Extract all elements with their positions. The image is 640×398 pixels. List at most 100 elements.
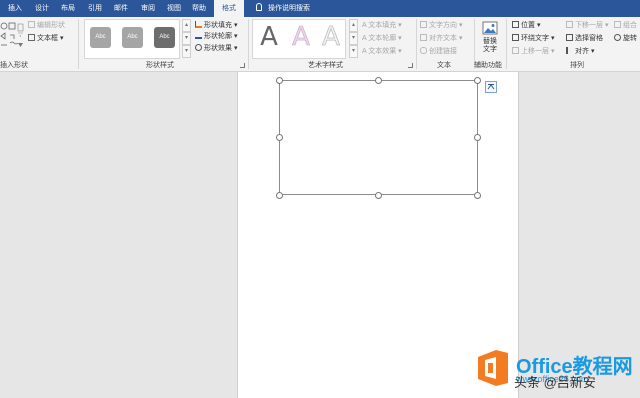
align-label: 对齐 xyxy=(575,48,589,55)
text-fill-label: 文本填充 xyxy=(368,22,397,29)
text-outline-label: 文本轮廓 xyxy=(368,35,397,42)
layout-options-button[interactable] xyxy=(485,81,497,93)
wrap-text-button[interactable]: 环绕文字 ▾ xyxy=(512,34,554,43)
more-icon[interactable]: ▾ xyxy=(349,45,358,58)
wrap-text-label: 环绕文字 xyxy=(521,35,549,42)
align-text-button[interactable]: 对齐文本 ▾ xyxy=(420,34,462,43)
tab-review[interactable]: 审阅 xyxy=(134,0,162,17)
selection-pane-icon xyxy=(566,34,573,41)
alt-text-label-2: 文字 xyxy=(483,46,497,53)
chevron-up-icon[interactable]: ▴ xyxy=(349,19,358,32)
text-box-button[interactable]: 文本框 ▾ xyxy=(28,34,63,43)
position-label: 位置 xyxy=(521,22,535,29)
resize-handle-right[interactable] xyxy=(474,134,481,141)
tab-view[interactable]: 视图 xyxy=(162,0,186,17)
send-backward-icon xyxy=(566,21,573,28)
bring-forward-label: 上移一层 xyxy=(521,48,549,55)
shape-style-2[interactable]: Abc xyxy=(122,27,143,48)
edit-shape-label: 编辑形状 xyxy=(37,22,65,29)
edit-shape-icon xyxy=(28,21,35,28)
send-backward-button[interactable]: 下移一层 ▾ xyxy=(566,21,608,30)
pen-icon xyxy=(195,32,202,39)
shape-effects-label: 形状效果 xyxy=(204,45,232,52)
text-direction-icon xyxy=(420,21,427,28)
accessibility-group-label: 辅助功能 xyxy=(474,62,502,69)
resize-handle-top-right[interactable] xyxy=(474,77,481,84)
create-link-button[interactable]: 创建链接 xyxy=(420,47,457,56)
link-icon xyxy=(420,47,427,54)
align-button[interactable]: 对齐 ▾ xyxy=(566,47,594,56)
rotate-icon xyxy=(614,34,621,41)
edit-shape-button[interactable]: 编辑形状 xyxy=(28,21,65,30)
resize-handle-top-left[interactable] xyxy=(276,77,283,84)
wrap-text-icon xyxy=(512,34,519,41)
shape-outline-label: 形状轮廓 xyxy=(204,33,232,40)
text-fill-button[interactable]: A 文本填充 ▾ xyxy=(362,21,402,30)
tab-format[interactable]: 格式 xyxy=(214,0,244,17)
align-icon xyxy=(566,47,573,54)
tell-me-label: 操作说明搜索 xyxy=(268,5,310,12)
office-logo-icon xyxy=(478,350,508,386)
resize-handle-bottom[interactable] xyxy=(375,192,382,199)
alt-text-button[interactable]: 替换 文字 xyxy=(480,20,500,58)
paint-bucket-icon xyxy=(195,21,202,28)
tab-help[interactable]: 帮助 xyxy=(186,0,212,17)
shape-fill-button[interactable]: 形状填充 ▾ xyxy=(195,21,237,30)
group-icon xyxy=(614,21,621,28)
shapes-icon xyxy=(0,22,24,47)
text-outline-button[interactable]: A 文本轮廓 ▾ xyxy=(362,34,402,43)
group-divider xyxy=(506,19,507,69)
shape-style-1[interactable]: Abc xyxy=(90,27,111,48)
shape-outline-button[interactable]: 形状轮廓 ▾ xyxy=(195,32,237,41)
resize-handle-left[interactable] xyxy=(276,134,283,141)
resize-handle-bottom-right[interactable] xyxy=(474,192,481,199)
resize-handle-top[interactable] xyxy=(375,77,382,84)
bring-forward-button[interactable]: 上移一层 ▾ xyxy=(512,47,554,56)
selection-pane-button[interactable]: 选择窗格 xyxy=(566,34,603,43)
effects-icon xyxy=(195,44,202,51)
wordart-style-2[interactable]: A xyxy=(288,23,314,52)
tab-insert[interactable]: 插入 xyxy=(0,0,30,17)
shape-gallery-mini[interactable] xyxy=(0,21,24,55)
text-effects-label: 文本效果 xyxy=(368,48,397,55)
group-divider xyxy=(248,19,249,69)
shape-fill-label: 形状填充 xyxy=(204,22,232,29)
alt-text-icon xyxy=(482,21,498,35)
create-link-label: 创建链接 xyxy=(429,48,457,55)
group-objects-button[interactable]: 组合 xyxy=(614,21,640,30)
tab-mailings[interactable]: 邮件 xyxy=(108,0,134,17)
text-box-icon xyxy=(28,34,35,41)
text-direction-button[interactable]: 文字方向 ▾ xyxy=(420,21,462,30)
text-direction-label: 文字方向 xyxy=(429,22,457,29)
selected-text-box[interactable] xyxy=(279,80,478,195)
dialog-launcher-icon[interactable] xyxy=(240,63,245,68)
position-icon xyxy=(512,21,519,28)
more-icon[interactable]: ▾ xyxy=(182,45,191,58)
chevron-down-icon[interactable]: ▾ xyxy=(182,32,191,45)
layout-options-icon xyxy=(487,84,495,90)
shape-effects-button[interactable]: 形状效果 ▾ xyxy=(195,44,237,53)
tab-design[interactable]: 设计 xyxy=(30,0,54,17)
wordart-style-1[interactable]: A xyxy=(256,23,282,51)
tab-layout[interactable]: 布局 xyxy=(54,0,82,17)
group-objects-label: 组合 xyxy=(623,22,637,29)
resize-handle-bottom-left[interactable] xyxy=(276,192,283,199)
rotate-label: 旋转 xyxy=(623,35,637,42)
dialog-launcher-icon[interactable] xyxy=(408,63,413,68)
tab-references[interactable]: 引用 xyxy=(82,0,108,17)
position-button[interactable]: 位置 ▾ xyxy=(512,21,540,30)
chevron-up-icon[interactable]: ▴ xyxy=(182,19,191,32)
lightbulb-icon xyxy=(256,3,262,11)
ribbon: 编辑形状 文本框 ▾ 插入形状 Abc Abc Abc ▴ ▾ ▾ 形状填充 ▾ 形… xyxy=(0,17,640,72)
wordart-scroll[interactable]: ▴ ▾ ▾ xyxy=(349,19,358,59)
tell-me-search[interactable]: 操作说明搜索 xyxy=(256,0,310,17)
wordart-style-3[interactable]: A xyxy=(318,23,344,52)
shape-style-scroll[interactable]: ▴ ▾ ▾ xyxy=(182,19,191,59)
group-divider xyxy=(78,19,79,69)
send-backward-label: 下移一层 xyxy=(575,22,603,29)
ribbon-tab-bar: 插入 设计 布局 引用 邮件 审阅 视图 帮助 格式 操作说明搜索 xyxy=(0,0,640,17)
shape-style-3[interactable]: Abc xyxy=(154,27,175,48)
rotate-button[interactable]: 旋转 xyxy=(614,34,640,43)
text-effects-button[interactable]: A 文本效果 ▾ xyxy=(362,47,402,56)
chevron-down-icon[interactable]: ▾ xyxy=(349,32,358,45)
